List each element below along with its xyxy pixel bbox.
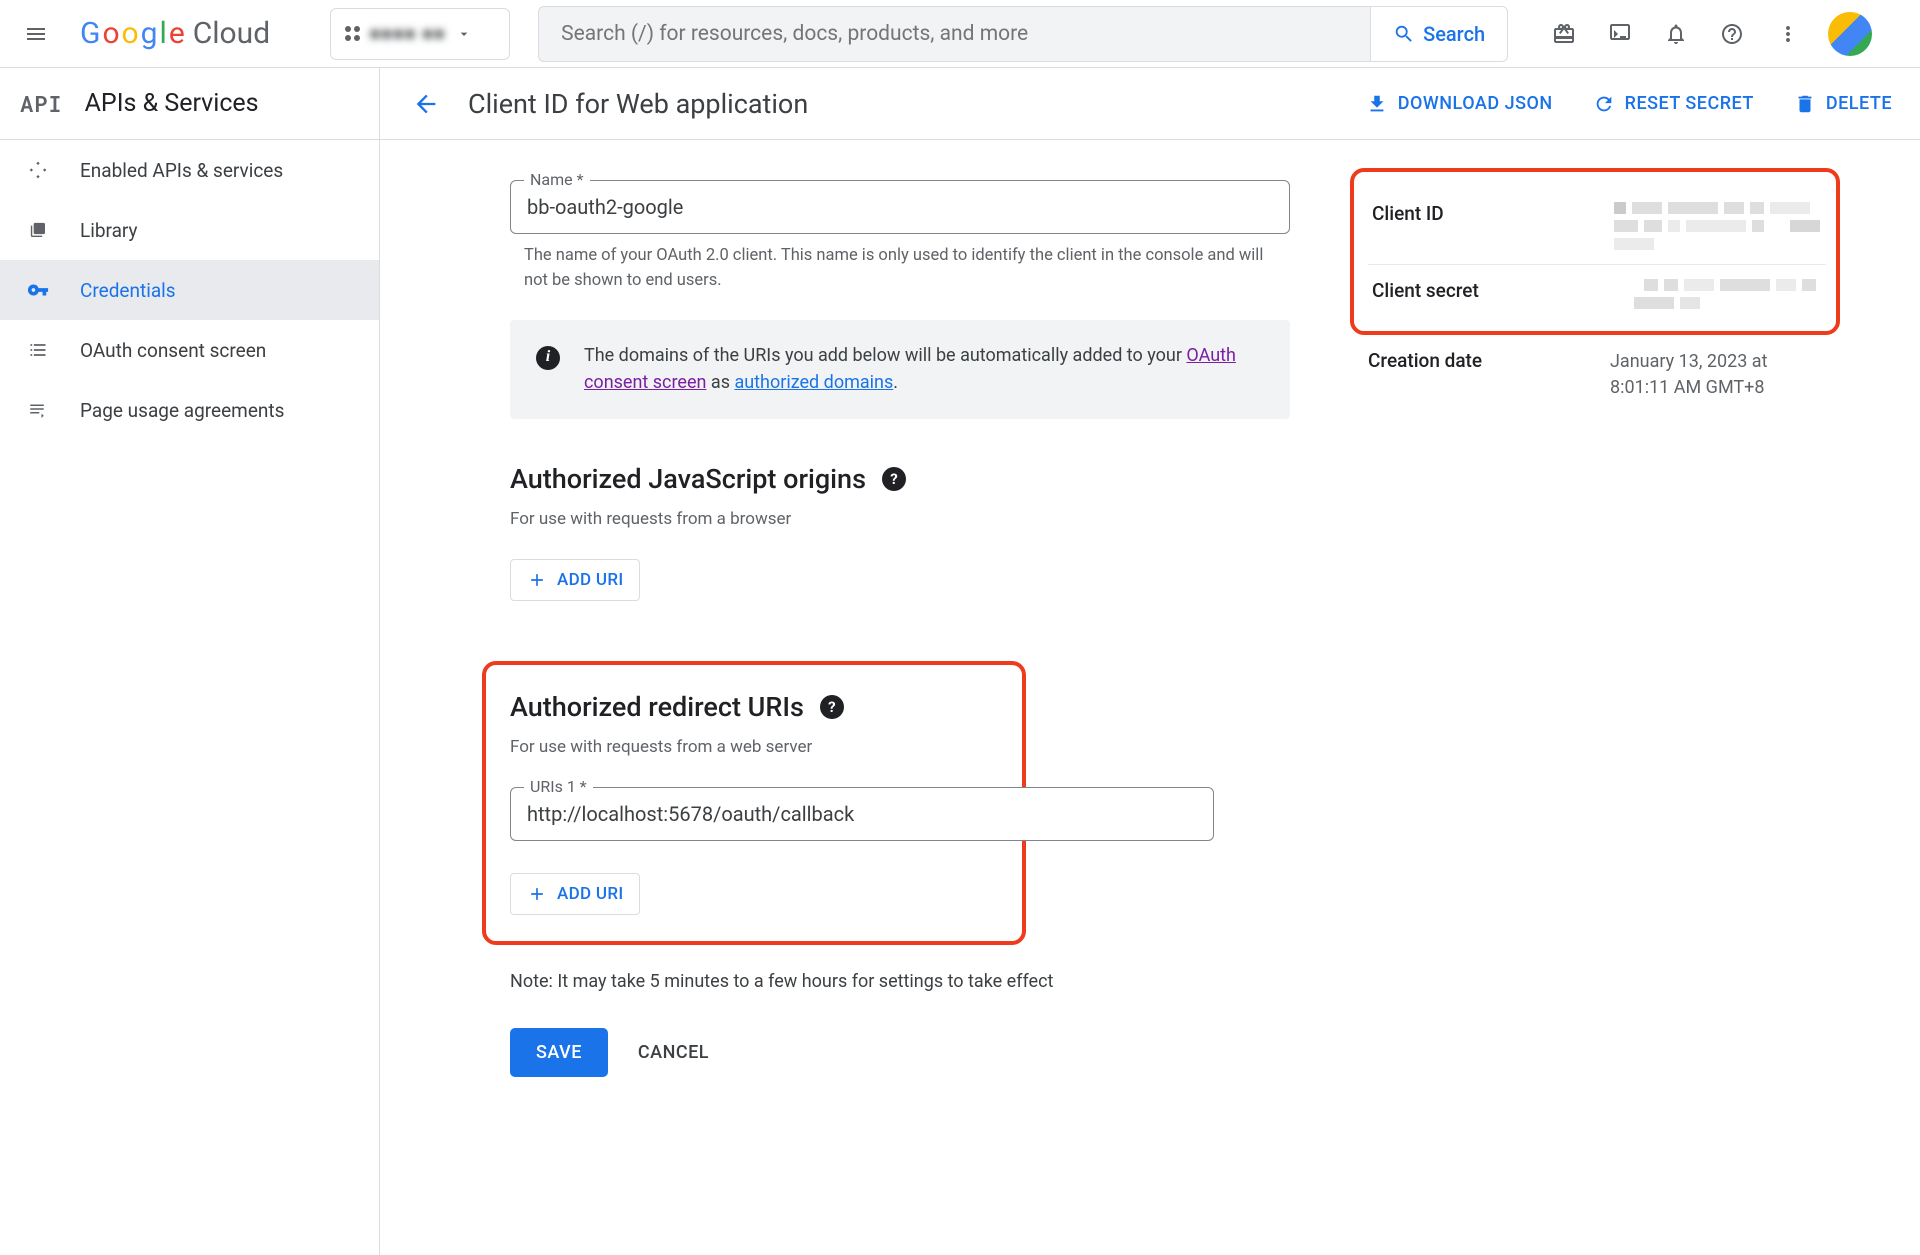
client-id-value-redacted: [1614, 202, 1822, 250]
authorized-domains-link[interactable]: authorized domains: [734, 372, 893, 393]
uri1-field: URIs 1 *: [510, 787, 1214, 841]
settings-note: Note: It may take 5 minutes to a few hou…: [510, 971, 1290, 992]
client-id-row: Client ID: [1368, 188, 1826, 265]
creation-date-value: January 13, 2023 at 8:01:11 AM GMT+8: [1610, 349, 1822, 401]
refresh-icon: [1593, 93, 1615, 115]
enabled-apis-icon: [26, 160, 50, 180]
notifications-icon[interactable]: [1652, 10, 1700, 58]
reset-label: RESET SECRET: [1625, 93, 1754, 114]
js-origins-help: For use with requests from a browser: [510, 509, 1290, 529]
sidebar: API APIs & Services Enabled APIs & servi…: [0, 68, 380, 1255]
consent-icon: [26, 340, 50, 360]
client-secret-row: Client secret: [1368, 265, 1826, 323]
sidebar-header: API APIs & Services: [0, 68, 379, 140]
top-bar: Google Cloud ■■■■ ■■ Search: [0, 0, 1920, 68]
redirect-uris-heading: Authorized redirect URIs ?: [510, 691, 1008, 723]
js-origins-heading: Authorized JavaScript origins ?: [510, 463, 1290, 495]
name-label: Name *: [524, 170, 590, 189]
client-id-label: Client ID: [1372, 202, 1602, 250]
key-icon: [26, 279, 50, 301]
more-vert-icon[interactable]: [1764, 10, 1812, 58]
sidebar-item-library[interactable]: Library: [0, 200, 379, 260]
search-icon: [1393, 23, 1415, 45]
credentials-highlight: Client ID Client secret: [1350, 168, 1840, 335]
download-label: DOWNLOAD JSON: [1398, 93, 1553, 114]
sidebar-item-label: Page usage agreements: [80, 399, 284, 422]
library-icon: [26, 220, 50, 240]
download-json-button[interactable]: DOWNLOAD JSON: [1366, 93, 1553, 115]
sidebar-item-label: Enabled APIs & services: [80, 159, 283, 182]
sidebar-item-label: OAuth consent screen: [80, 339, 266, 362]
creation-date-row: Creation date January 13, 2023 at 8:01:1…: [1350, 335, 1840, 415]
uri1-label: URIs 1 *: [524, 777, 593, 796]
back-button[interactable]: [408, 86, 444, 122]
client-secret-value-redacted: [1614, 279, 1822, 309]
agreements-icon: [26, 400, 50, 420]
sidebar-item-enabled-apis[interactable]: Enabled APIs & services: [0, 140, 379, 200]
info-banner: i The domains of the URIs you add below …: [510, 320, 1290, 420]
creation-date-label: Creation date: [1368, 349, 1598, 401]
search-button[interactable]: Search: [1370, 6, 1508, 62]
main-content: Client ID for Web application DOWNLOAD J…: [380, 68, 1920, 1255]
sidebar-item-page-usage[interactable]: Page usage agreements: [0, 380, 379, 440]
download-icon: [1366, 93, 1388, 115]
plus-icon: [527, 884, 547, 904]
client-secret-label: Client secret: [1372, 279, 1602, 309]
sidebar-title: APIs & Services: [85, 89, 259, 118]
project-name: ■■■■ ■■: [370, 24, 446, 44]
api-chip: API: [20, 89, 63, 118]
cancel-button[interactable]: CANCEL: [638, 1042, 709, 1063]
info-icon: i: [536, 346, 560, 370]
delete-button[interactable]: DELETE: [1794, 93, 1892, 115]
sidebar-item-credentials[interactable]: Credentials: [0, 260, 379, 320]
name-helper: The name of your OAuth 2.0 client. This …: [510, 244, 1290, 294]
logo-suffix: Cloud: [193, 16, 270, 51]
header-icons: [1540, 10, 1872, 58]
help-icon[interactable]: ?: [820, 695, 844, 719]
add-uri-label: ADD URI: [557, 570, 623, 590]
search-button-label: Search: [1423, 22, 1485, 46]
page-header: Client ID for Web application DOWNLOAD J…: [380, 68, 1920, 140]
search-wrap: Search: [538, 6, 1508, 62]
uri1-input[interactable]: [510, 787, 1214, 841]
page-title: Client ID for Web application: [468, 88, 808, 120]
project-icon: [345, 26, 360, 41]
add-uri-label: ADD URI: [557, 884, 623, 904]
google-cloud-logo[interactable]: Google Cloud: [72, 16, 278, 51]
gift-icon[interactable]: [1540, 10, 1588, 58]
sidebar-item-label: Credentials: [80, 279, 176, 302]
redirect-help: For use with requests from a web server: [510, 737, 1008, 757]
name-input[interactable]: [510, 180, 1290, 234]
plus-icon: [527, 570, 547, 590]
redirect-uris-highlight: Authorized redirect URIs ? For use with …: [482, 661, 1026, 945]
account-avatar[interactable]: [1828, 12, 1872, 56]
info-text: The domains of the URIs you add below wi…: [584, 342, 1264, 398]
save-button[interactable]: SAVE: [510, 1028, 608, 1077]
trash-icon: [1794, 93, 1816, 115]
sidebar-item-label: Library: [80, 219, 138, 242]
help-icon[interactable]: ?: [882, 467, 906, 491]
cloud-shell-icon[interactable]: [1596, 10, 1644, 58]
hamburger-menu-icon[interactable]: [12, 10, 60, 58]
sidebar-item-oauth-consent[interactable]: OAuth consent screen: [0, 320, 379, 380]
add-redirect-uri-button[interactable]: ADD URI: [510, 873, 640, 915]
search-input[interactable]: [538, 6, 1370, 62]
add-js-uri-button[interactable]: ADD URI: [510, 559, 640, 601]
delete-label: DELETE: [1826, 93, 1892, 114]
project-picker[interactable]: ■■■■ ■■: [330, 8, 510, 60]
help-icon[interactable]: [1708, 10, 1756, 58]
reset-secret-button[interactable]: RESET SECRET: [1593, 93, 1754, 115]
chevron-down-icon: [456, 26, 472, 42]
name-field: Name *: [510, 180, 1290, 234]
